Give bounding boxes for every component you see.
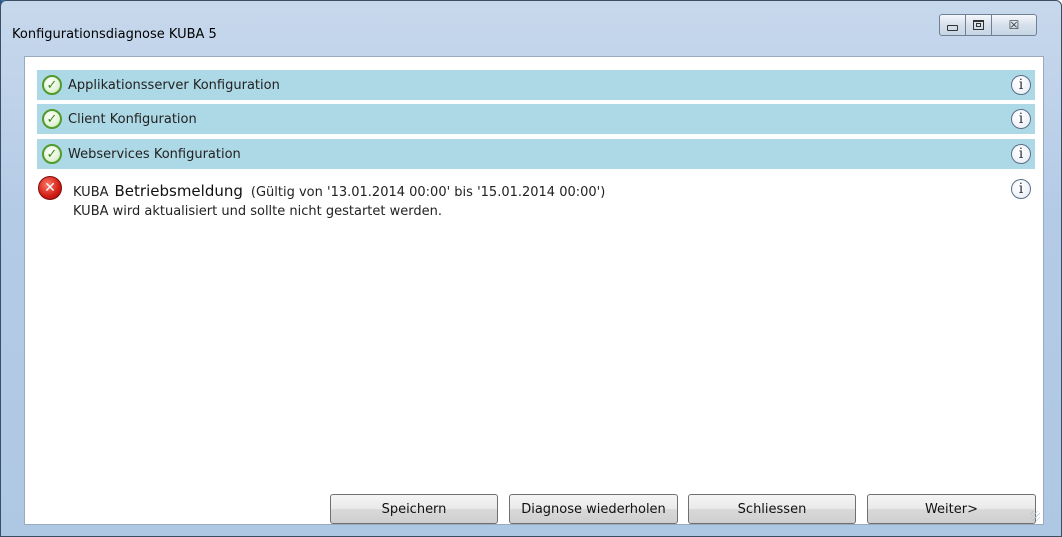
info-icon[interactable]: i [1011,75,1031,95]
check-circle-icon: ✓ [42,75,62,95]
save-button[interactable]: Speichern [330,494,498,524]
maximize-icon [973,20,984,30]
resize-grip[interactable] [1030,511,1040,521]
minimize-button[interactable] [939,14,966,36]
title-bar[interactable]: Konfigurationsdiagnose KUBA 5 ☒ [8,13,1045,51]
error-message: KUBA wird aktualisiert und sollte nicht … [73,204,442,219]
check-circle-icon: ✓ [42,109,62,129]
error-heading: Betriebsmeldung [114,182,243,200]
caption-buttons: ☒ [939,14,1037,38]
check-row-applikationsserver[interactable]: ✓ Applikationsserver Konfiguration i [37,70,1035,100]
error-source: KUBA [73,185,109,200]
error-x-icon: ✕ [38,176,62,200]
check-label: Client Konfiguration [68,111,197,127]
diagnose-panel: ✓ Applikationsserver Konfiguration i ✓ C… [24,56,1044,525]
info-icon[interactable]: i [1011,109,1031,129]
info-icon[interactable]: i [1011,179,1031,199]
check-row-client[interactable]: ✓ Client Konfiguration i [37,104,1035,134]
next-button[interactable]: Weiter> [867,494,1036,524]
check-circle-icon: ✓ [42,144,62,164]
check-label: Webservices Konfiguration [68,146,241,162]
maximize-button[interactable] [966,14,992,36]
rerun-diagnosis-button[interactable]: Diagnose wiederholen [509,494,678,524]
close-button[interactable]: Schliessen [688,494,856,524]
check-row-webservices[interactable]: ✓ Webservices Konfiguration i [37,139,1035,169]
error-row-betriebsmeldung[interactable]: ✕ KUBA Betriebsmeldung (Gültig von '13.01.… [37,175,1035,225]
window-title: Konfigurationsdiagnose KUBA 5 [12,27,217,42]
minimize-icon [947,25,958,31]
info-icon[interactable]: i [1011,144,1031,164]
error-header: KUBA Betriebsmeldung (Gültig von '13.01.20… [73,181,605,200]
error-validity: (Gültig von '13.01.2014 00:00' bis '15.0… [250,185,606,200]
close-icon: ☒ [1008,18,1020,32]
close-window-button[interactable]: ☒ [992,14,1037,36]
check-label: Applikationsserver Konfiguration [68,77,280,93]
